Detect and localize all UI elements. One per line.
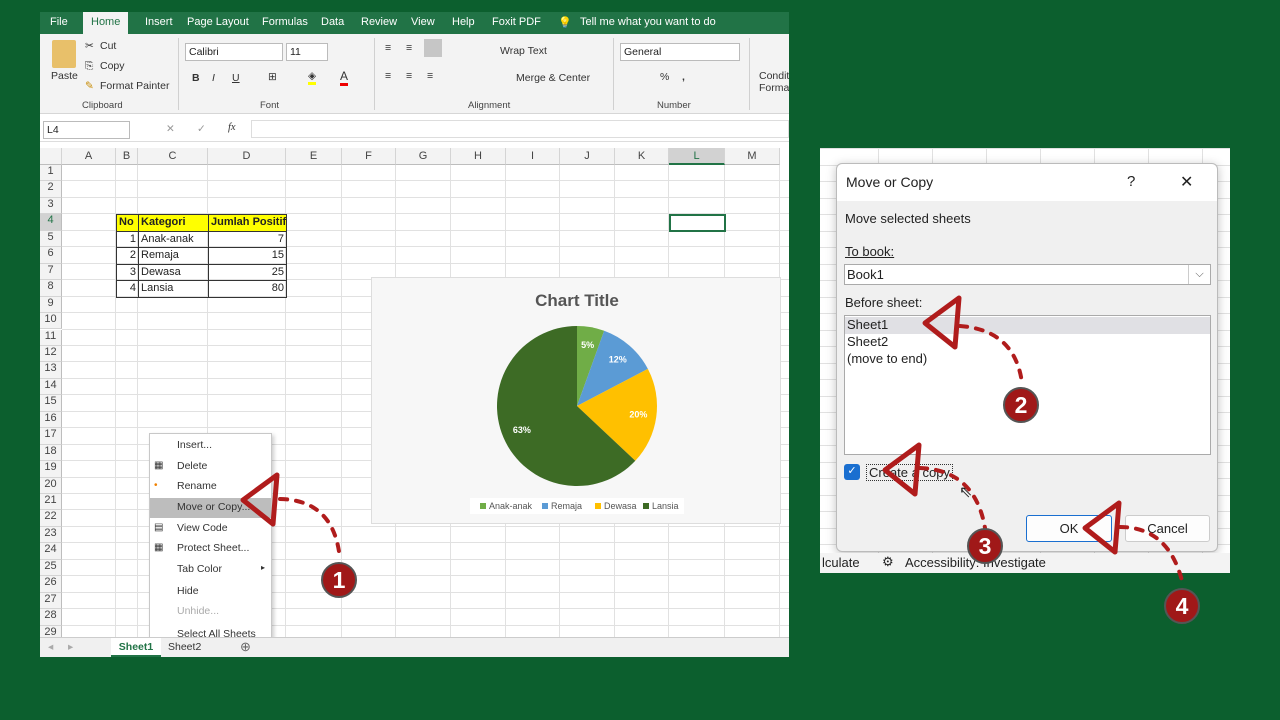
step-number: 4 xyxy=(1176,593,1189,619)
arrow-head-icon xyxy=(240,472,280,527)
annotation-overlay: 1 2 3 4 xyxy=(240,295,1200,624)
arrow-head-icon xyxy=(882,442,922,497)
dashed-arrow-path xyxy=(1118,525,1185,587)
step-number: 1 xyxy=(333,567,346,593)
dashed-arrow-path xyxy=(958,324,1024,385)
arrow-head-icon xyxy=(922,295,962,350)
step-number: 3 xyxy=(979,533,992,559)
dashed-arrow-path xyxy=(278,497,342,562)
step-number: 2 xyxy=(1015,392,1028,418)
arrow-head-icon xyxy=(1082,500,1122,555)
dashed-arrow-path xyxy=(918,466,987,530)
